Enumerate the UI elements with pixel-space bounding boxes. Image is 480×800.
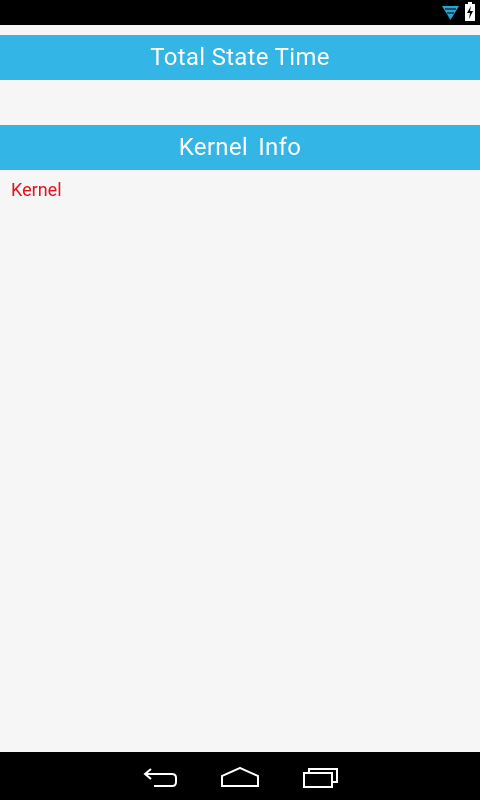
home-icon[interactable] bbox=[220, 764, 260, 790]
battery-charging-icon bbox=[465, 2, 475, 21]
wifi-icon bbox=[442, 6, 459, 20]
kernel-label: Kernel bbox=[11, 180, 62, 201]
status-bar bbox=[0, 0, 480, 25]
recent-apps-icon[interactable] bbox=[300, 764, 340, 790]
navigation-bar bbox=[0, 752, 480, 800]
section-header-kernel-info: Kernel Info bbox=[0, 125, 480, 170]
section-header-total-state-time: Total State Time bbox=[0, 35, 480, 80]
back-icon[interactable] bbox=[140, 764, 180, 790]
